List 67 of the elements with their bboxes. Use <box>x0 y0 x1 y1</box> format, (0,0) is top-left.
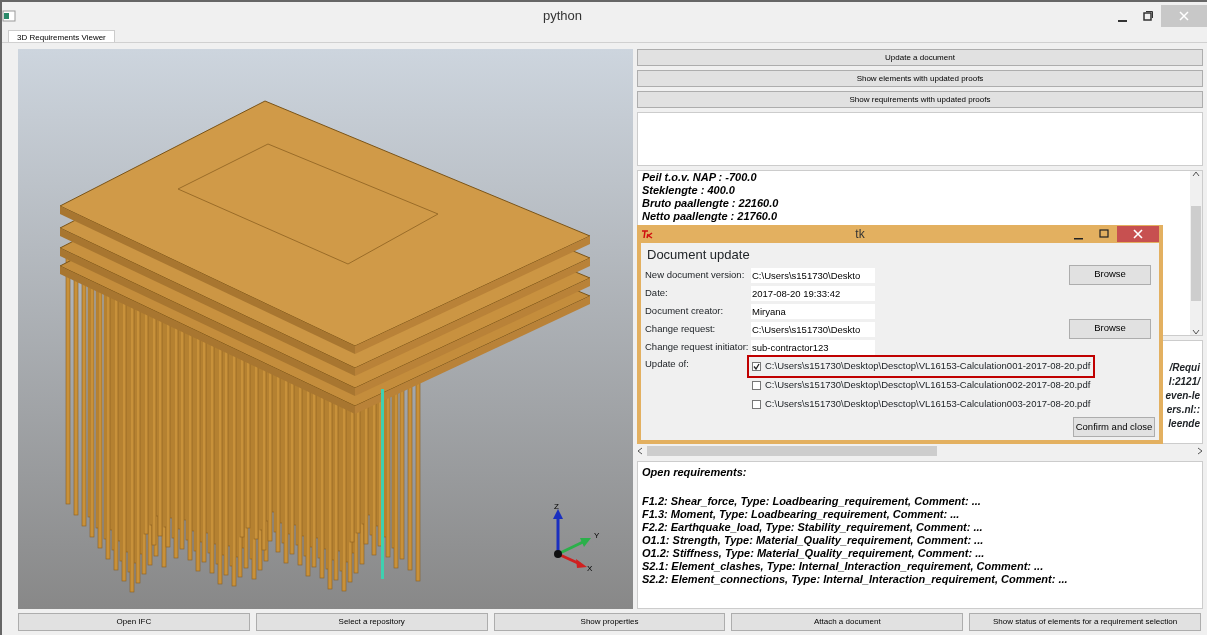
text-field[interactable]: C:\Users\s151730\Deskto <box>751 322 875 337</box>
field-label: Change request initiator: <box>645 340 750 355</box>
requirement-line: F1.3: Moment, Type: Loadbearing_requirement, Comment: ... <box>642 508 961 521</box>
minimize-icon <box>1073 238 1083 240</box>
requirement-line: O1.1: Strength, Type: Material_Quality_requirement, Comment: ... <box>642 534 985 547</box>
text-field[interactable]: 2017-08-20 19:33:42 <box>751 286 875 301</box>
field-label: New document version: <box>645 268 746 283</box>
window-title: python <box>541 7 583 26</box>
scroll-right-icon <box>1197 446 1203 455</box>
property-line: Steklengte : 400.0 <box>642 184 736 197</box>
close-button[interactable] <box>1117 226 1159 242</box>
field-label: Update of: <box>645 356 690 371</box>
axes-icon <box>553 509 591 568</box>
tk-feather-icon <box>641 229 655 239</box>
axis-label: Z <box>554 502 559 511</box>
axis-label: Y <box>594 531 600 540</box>
property-line: Bruto paallengte : 22160.0 <box>642 197 780 210</box>
document-path[interactable]: C:\Users\s151730\Desktop\Desctop\VL16153-Calculation002-2017-08-20.pdf <box>765 377 1091 393</box>
requirement-line: O1.2: Stiffness, Type: Material_Quality_requirement, Comment: ... <box>642 547 986 560</box>
requirements-heading: Open requirements: <box>642 466 748 479</box>
info-text-fragment: leende <box>1168 417 1200 431</box>
info-text-fragment: l:2121/ <box>1168 375 1200 389</box>
text-field[interactable]: Miryana <box>751 304 875 319</box>
property-line: Peil t.o.v. NAP : -700.0 <box>642 171 758 184</box>
close-icon <box>1133 229 1143 239</box>
field-label: Document creator: <box>645 304 725 319</box>
app-icon <box>2 10 16 22</box>
scroll-up-icon <box>1192 171 1200 177</box>
maximize-icon <box>1099 229 1109 239</box>
dialog-heading: Document update <box>647 246 751 264</box>
tab[interactable]: 3D Requirements Viewer <box>8 30 115 42</box>
action-button[interactable]: Attach a document <box>731 613 964 631</box>
scroll-down-icon <box>1192 329 1200 335</box>
checkbox[interactable] <box>752 361 761 371</box>
text-field[interactable]: sub-contractor123 <box>751 340 875 355</box>
property-line: Netto paallengte : 21760.0 <box>642 210 779 223</box>
requirement-line: F2.2: Earthquake_load, Type: Stability_requirement, Comment: ... <box>642 521 984 534</box>
browse-button[interactable]: Browse <box>1069 264 1151 285</box>
checkbox[interactable] <box>752 380 761 390</box>
text-field[interactable]: C:\Users\s151730\Deskto <box>751 268 875 283</box>
confirm-button[interactable]: Confirm and close <box>1073 417 1155 437</box>
axis-label: X <box>587 564 593 573</box>
requirement-line: F1.2: Shear_force, Type: Loadbearing_requirement, Comment: ... <box>642 495 982 508</box>
info-text-fragment: even-le <box>1165 389 1200 403</box>
checkbox[interactable] <box>752 399 761 409</box>
info-text-fragment: /Requi <box>1169 361 1200 375</box>
action-button[interactable]: Open IFC <box>18 613 250 631</box>
close-icon <box>1179 11 1189 21</box>
action-button[interactable]: Show requirements with updated proofs <box>637 91 1203 108</box>
browse-button[interactable]: Browse <box>1069 318 1151 339</box>
minimize-icon <box>1117 20 1127 22</box>
action-button[interactable]: Show properties <box>493 613 726 631</box>
restore-icon <box>1143 11 1153 21</box>
field-label: Change request: <box>645 322 717 337</box>
scroll-left-icon <box>637 446 643 455</box>
action-button[interactable]: Show elements with updated proofs <box>637 70 1203 87</box>
vertical-scrollbar[interactable] <box>1190 171 1202 335</box>
info-text-fragment: ers.nl:: <box>1166 403 1200 417</box>
action-button[interactable]: Show status of elements for a requirement selection <box>969 613 1201 631</box>
requirement-line: S2.1: Element_clashes, Type: Internal_Interaction_requirement, Comment: ... <box>642 560 1045 573</box>
action-button[interactable]: Update a document <box>637 49 1203 66</box>
document-path[interactable]: C:\Users\s151730\Desktop\Desctop\VL16153-Calculation001-2017-08-20.pdf <box>765 358 1091 374</box>
dialog-title: tk <box>854 226 866 243</box>
document-path[interactable]: C:\Users\s151730\Desktop\Desctop\VL16153-Calculation003-2017-08-20.pdf <box>765 396 1091 412</box>
requirement-line: S2.2: Element_connections, Type: Internal_Interaction_requirement, Comment: ... <box>642 573 1069 586</box>
action-button[interactable]: Select a repository <box>255 613 488 631</box>
field-label: Date: <box>645 286 669 301</box>
